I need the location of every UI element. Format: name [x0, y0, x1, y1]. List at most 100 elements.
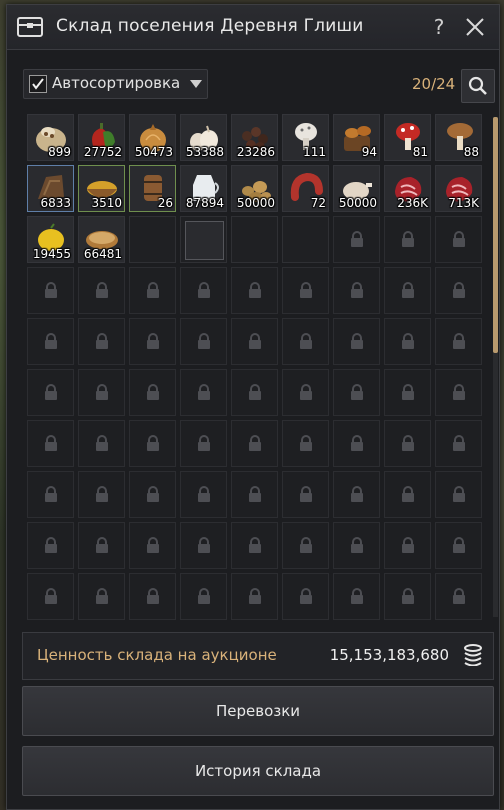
inventory-slot[interactable]: 87894: [180, 165, 227, 212]
scrollbar-thumb[interactable]: [493, 117, 498, 353]
locked-slot: [435, 522, 482, 569]
locked-slot: [435, 318, 482, 365]
locked-slot: [231, 471, 278, 518]
locked-slot: [231, 267, 278, 314]
lock-icon: [249, 486, 261, 502]
close-icon[interactable]: [464, 16, 486, 38]
autosort-checkbox[interactable]: [29, 75, 47, 93]
item-quantity: 27752: [83, 145, 122, 159]
inventory-slot[interactable]: 6833: [27, 165, 74, 212]
locked-slot: [78, 471, 125, 518]
chevron-down-icon[interactable]: [190, 80, 202, 88]
item-quantity: 66481: [83, 247, 122, 261]
locked-slot: [333, 573, 380, 620]
inventory-slot[interactable]: 19455: [27, 216, 74, 263]
inventory-slot[interactable]: 88: [435, 114, 482, 161]
lock-icon: [147, 537, 159, 553]
lock-icon: [96, 588, 108, 604]
inventory-slot[interactable]: 713K: [435, 165, 482, 212]
inventory-slot[interactable]: 26: [129, 165, 176, 212]
item-quantity: 50000: [338, 196, 377, 210]
locked-slot: [282, 420, 329, 467]
item-quantity: 26: [157, 196, 173, 210]
lock-icon: [402, 435, 414, 451]
lock-icon: [453, 231, 465, 247]
inventory-slot[interactable]: 94: [333, 114, 380, 161]
inventory-slot[interactable]: 3510: [78, 165, 125, 212]
lock-icon: [96, 333, 108, 349]
item-quantity: 81: [412, 145, 428, 159]
locked-slot: [333, 216, 380, 263]
lock-icon: [198, 435, 210, 451]
lock-icon: [300, 333, 312, 349]
empty-slot[interactable]: [231, 216, 278, 263]
locked-slot: [384, 471, 431, 518]
lock-icon: [96, 435, 108, 451]
checkmark-icon: [32, 78, 44, 90]
locked-slot: [78, 369, 125, 416]
autosort-label: Автосортировка: [52, 74, 181, 92]
locked-slot: [333, 471, 380, 518]
storage-chest-icon: [17, 17, 43, 37]
locked-slot: [129, 318, 176, 365]
slot-highlight: [185, 221, 224, 260]
lock-icon: [402, 333, 414, 349]
lock-icon: [147, 588, 159, 604]
locked-slot: [78, 522, 125, 569]
lock-icon: [453, 384, 465, 400]
help-button[interactable]: ?: [427, 15, 451, 39]
locked-slot: [129, 420, 176, 467]
locked-slot: [180, 318, 227, 365]
lock-icon: [402, 486, 414, 502]
locked-slot: [384, 267, 431, 314]
auction-value-bar: Ценность склада на аукционе 15,153,183,6…: [22, 632, 494, 680]
lock-icon: [249, 333, 261, 349]
locked-slot: [333, 267, 380, 314]
inventory-slot[interactable]: 50000: [231, 165, 278, 212]
inventory-slot[interactable]: 50473: [129, 114, 176, 161]
inventory-slot[interactable]: 50000: [333, 165, 380, 212]
inventory-slot[interactable]: 72: [282, 165, 329, 212]
storage-history-button[interactable]: История склада: [22, 746, 494, 796]
lock-icon: [147, 435, 159, 451]
lock-icon: [45, 588, 57, 604]
locked-slot: [180, 471, 227, 518]
lock-icon: [198, 486, 210, 502]
locked-slot: [231, 318, 278, 365]
lock-icon: [96, 486, 108, 502]
locked-slot: [27, 267, 74, 314]
lock-icon: [300, 435, 312, 451]
lock-icon: [300, 486, 312, 502]
lock-icon: [351, 384, 363, 400]
lock-icon: [351, 486, 363, 502]
lock-icon: [351, 333, 363, 349]
inventory-slot[interactable]: 899: [27, 114, 74, 161]
locked-slot: [180, 420, 227, 467]
inventory-slot[interactable]: 53388: [180, 114, 227, 161]
scrollbar-track[interactable]: [493, 117, 498, 617]
inventory-slot[interactable]: 81: [384, 114, 431, 161]
window-title: Склад поселения Деревня Глиши: [56, 16, 364, 36]
lock-icon: [402, 384, 414, 400]
empty-slot[interactable]: [282, 216, 329, 263]
inventory-slot[interactable]: 111: [282, 114, 329, 161]
locked-slot: [333, 420, 380, 467]
transport-button[interactable]: Перевозки: [22, 686, 494, 736]
window-titlebar[interactable]: Склад поселения Деревня Глиши ?: [7, 5, 499, 50]
locked-slot: [180, 369, 227, 416]
inventory-slot[interactable]: 23286: [231, 114, 278, 161]
locked-slot: [129, 369, 176, 416]
inventory-slot[interactable]: 66481: [78, 216, 125, 263]
empty-slot[interactable]: [180, 216, 227, 263]
locked-slot: [231, 522, 278, 569]
empty-slot[interactable]: [129, 216, 176, 263]
inventory-slot[interactable]: 236K: [384, 165, 431, 212]
locked-slot: [435, 369, 482, 416]
item-quantity: 50473: [134, 145, 173, 159]
item-quantity: 713K: [448, 196, 479, 210]
item-quantity: 236K: [397, 196, 428, 210]
autosort-dropdown[interactable]: Автосортировка: [23, 69, 208, 99]
inventory-slot[interactable]: 27752: [78, 114, 125, 161]
search-button[interactable]: [461, 69, 495, 103]
lock-icon: [45, 282, 57, 298]
